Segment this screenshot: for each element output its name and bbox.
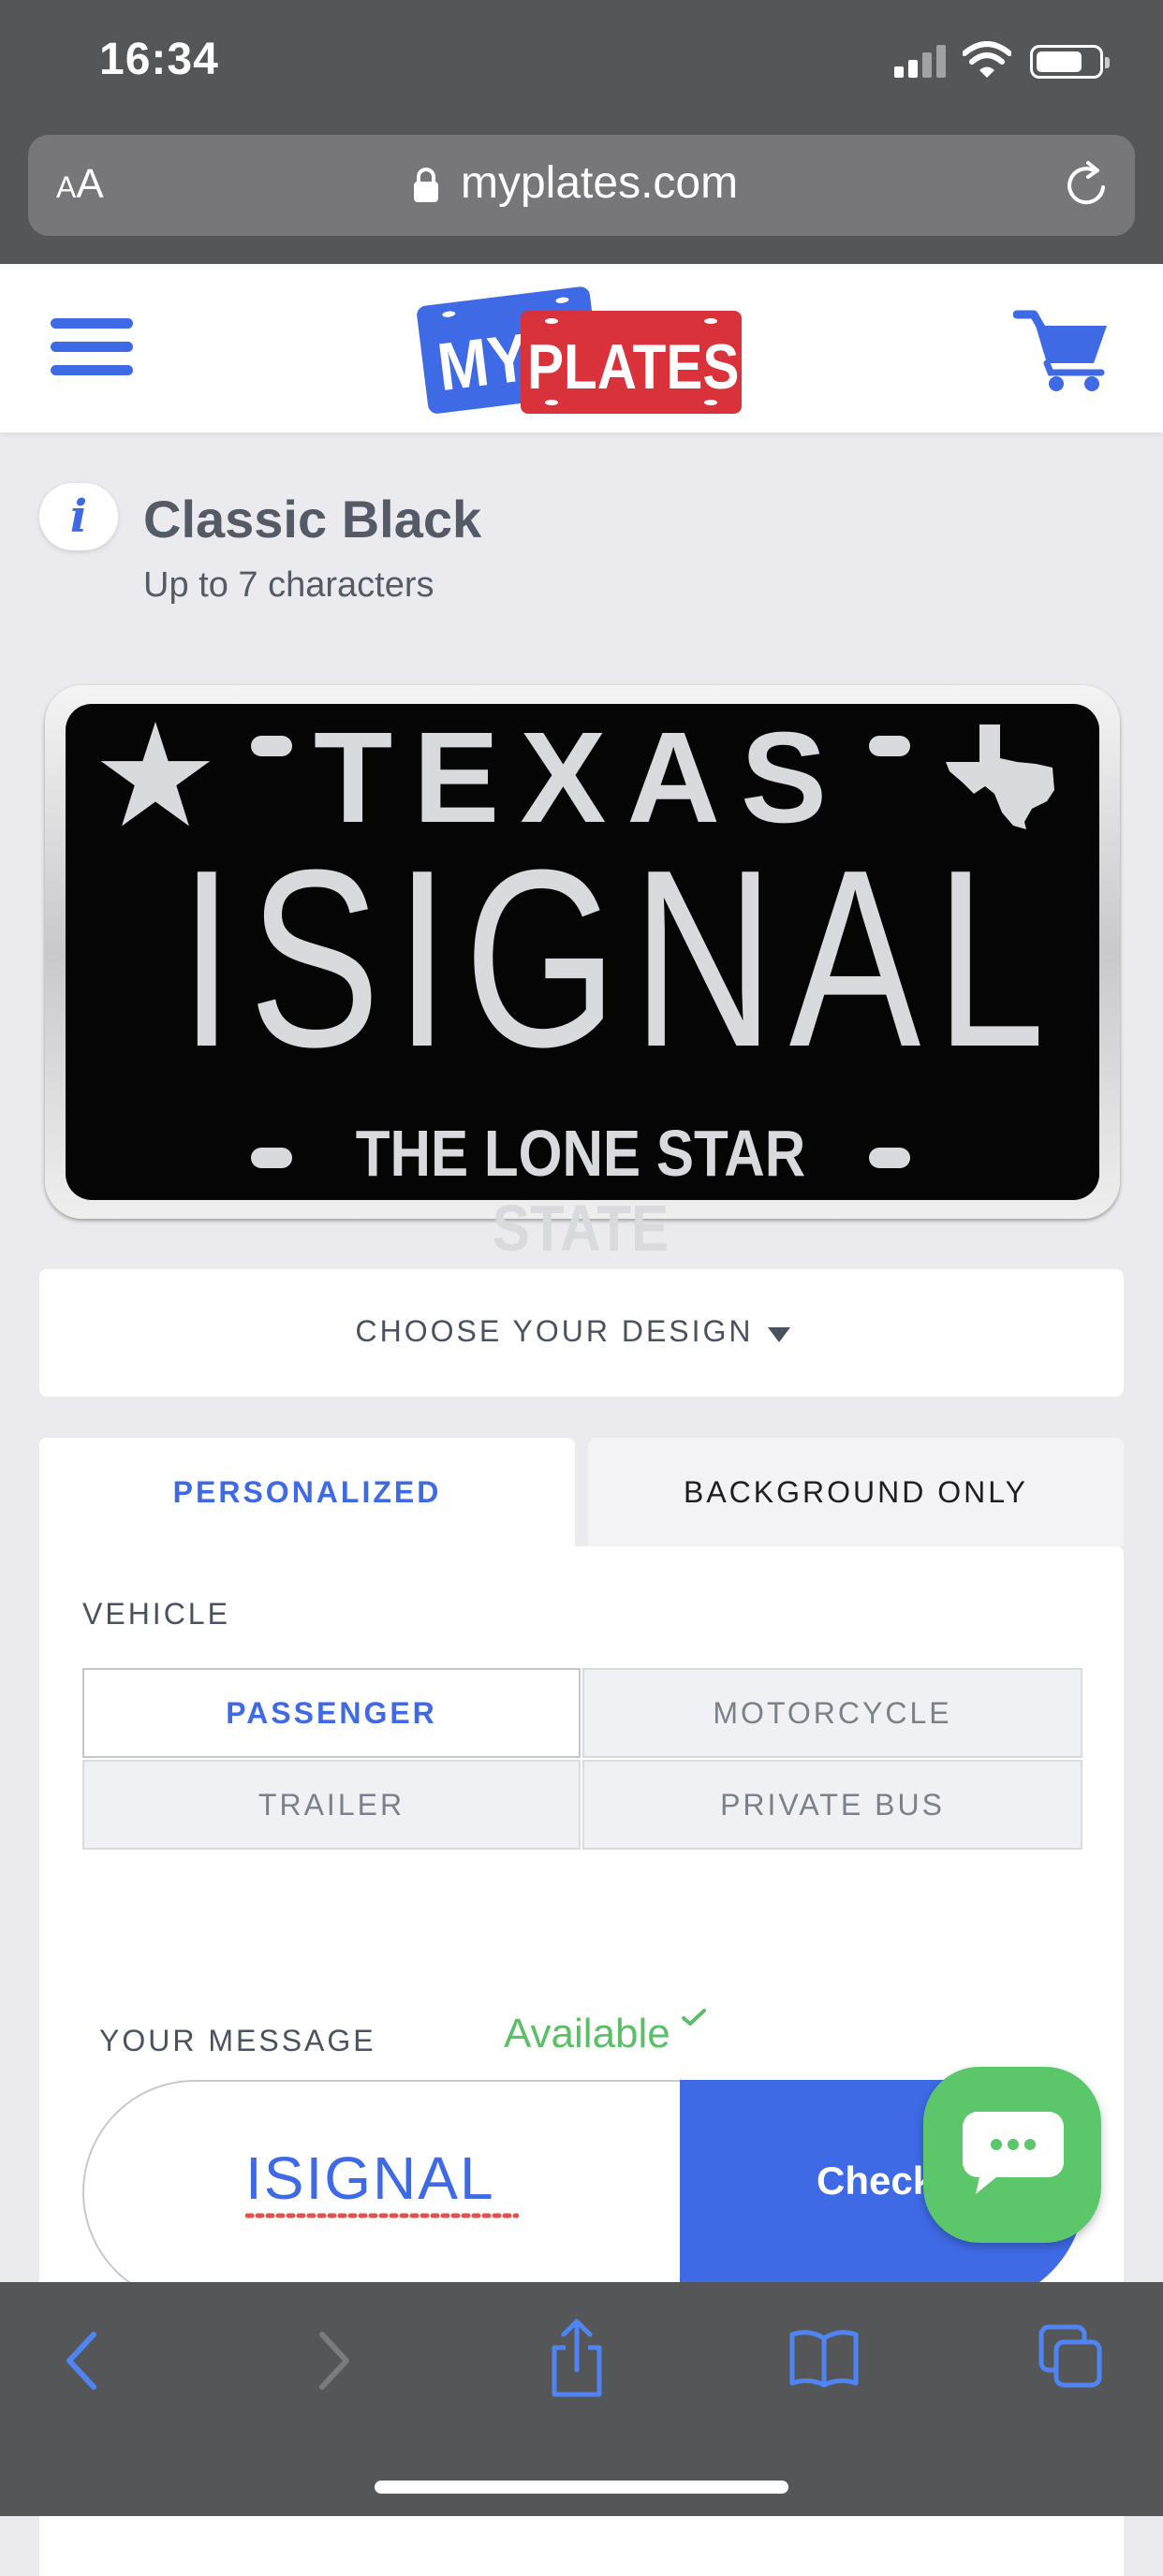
cart-icon[interactable] [1013, 305, 1111, 393]
message-input-value[interactable]: ISIGNAL [245, 2144, 495, 2213]
share-icon[interactable] [547, 2316, 607, 2400]
home-indicator[interactable] [375, 2481, 788, 2494]
svg-text:PLATES: PLATES [527, 332, 739, 402]
vehicle-option-motorcycle[interactable]: MOTORCYCLE [582, 1668, 1082, 1758]
plate-dash [869, 1148, 910, 1168]
availability-status: Available [504, 2011, 670, 2056]
tabs-icon[interactable] [1038, 2323, 1103, 2389]
checkmark-icon [682, 2009, 706, 2026]
url-text[interactable]: myplates.com [461, 157, 738, 209]
vehicle-option-passenger[interactable]: PASSENGER [82, 1668, 581, 1758]
choose-design-label[interactable]: CHOOSE YOUR DESIGN [39, 1314, 1069, 1349]
myplates-logo[interactable]: MY PLATES [416, 271, 745, 421]
lock-icon [414, 168, 438, 202]
svg-text:MY: MY [434, 319, 533, 405]
your-message-label: YOUR MESSAGE [99, 2024, 376, 2057]
plate-character-limit: Up to 7 characters [143, 565, 434, 605]
battery-icon [1030, 45, 1110, 79]
text-size-button[interactable]: AA [56, 161, 104, 208]
plate-dash [251, 1148, 292, 1168]
forward-icon[interactable] [315, 2331, 352, 2391]
vehicle-option-private-bus[interactable]: PRIVATE BUS [582, 1760, 1082, 1850]
menu-icon[interactable] [51, 318, 133, 376]
texas-shape-icon [946, 724, 1054, 829]
cellular-signal-icon [894, 44, 947, 78]
plate-design-name: Classic Black [143, 490, 482, 549]
bookmarks-icon[interactable] [788, 2327, 860, 2389]
star-icon [100, 721, 211, 827]
check-button-label[interactable]: Check [817, 2159, 935, 2203]
wifi-icon [963, 41, 1011, 78]
chevron-down-icon[interactable] [768, 1327, 790, 1342]
vehicle-option-trailer[interactable]: TRAILER [82, 1760, 581, 1850]
vehicle-label: VEHICLE [82, 1597, 230, 1631]
tab-personalized-label[interactable]: PERSONALIZED [39, 1475, 575, 1510]
chat-icon[interactable] [959, 2106, 1067, 2198]
spellcheck-underline [245, 2213, 519, 2218]
plate-number: ISIGNAL [179, 818, 1060, 1100]
status-time: 16:34 [99, 35, 219, 84]
info-icon[interactable]: i [39, 483, 118, 550]
back-icon[interactable] [64, 2331, 101, 2391]
reload-icon[interactable] [1062, 159, 1114, 212]
plate-slogan: THE LONE STAR STATE [355, 1117, 806, 1265]
tab-background-only-label[interactable]: BACKGROUND ONLY [588, 1475, 1124, 1510]
